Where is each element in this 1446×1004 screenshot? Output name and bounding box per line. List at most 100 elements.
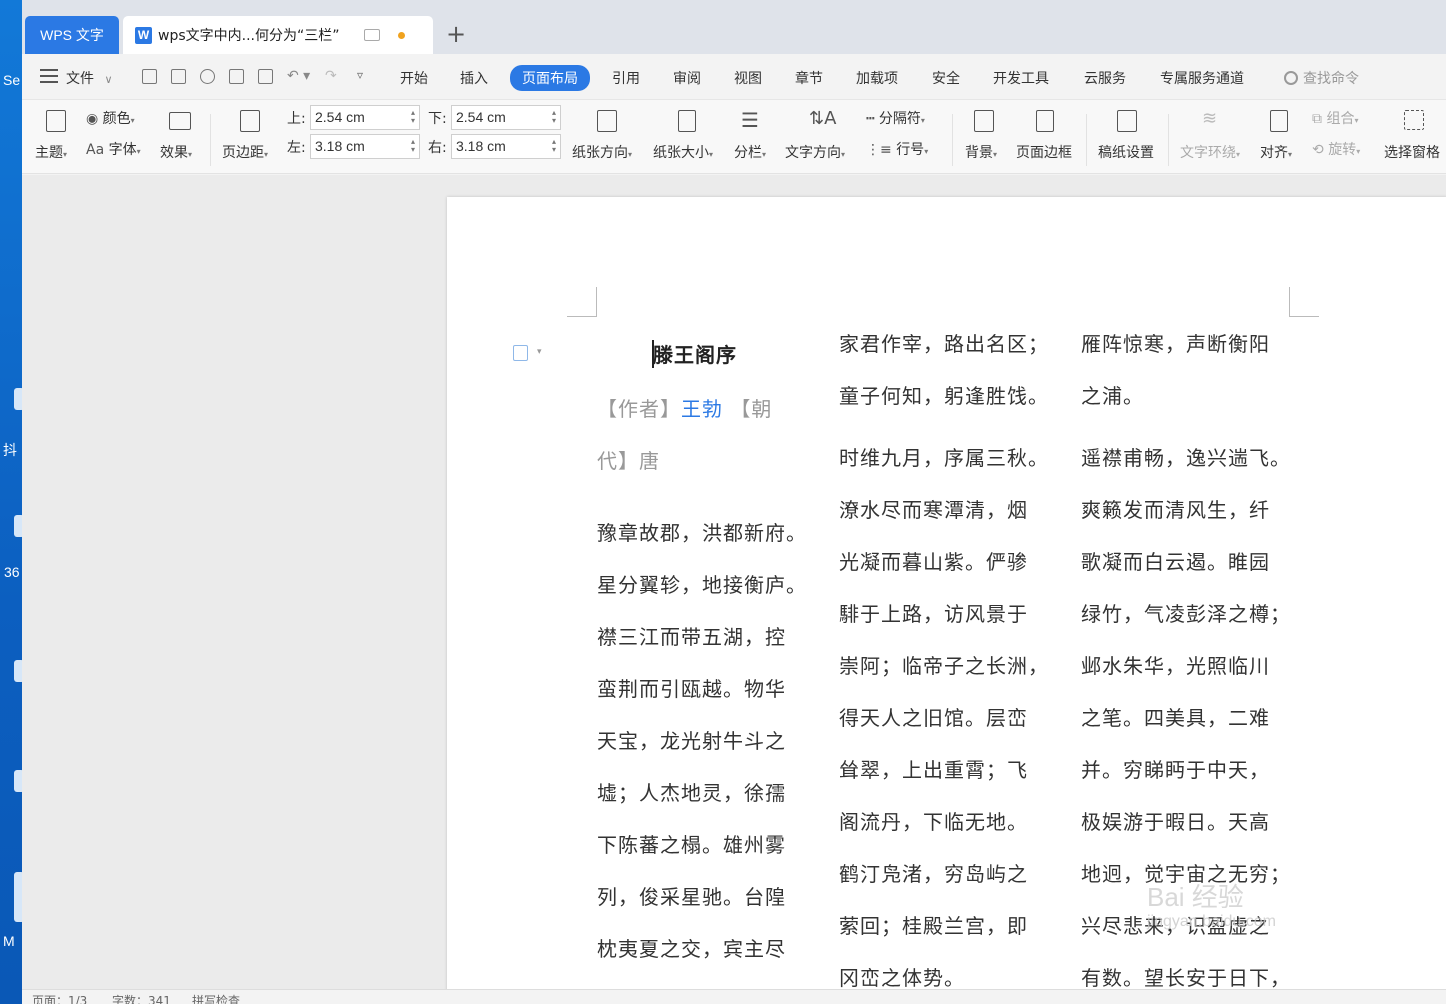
desktop-icon[interactable] xyxy=(14,770,22,792)
text-line: 歌凝而白云遏。睢园 xyxy=(1081,550,1270,574)
text-wrap-button[interactable]: 文字环绕▾ xyxy=(1180,142,1240,162)
columns-icon[interactable]: ☰ xyxy=(741,108,759,132)
screen-icon[interactable] xyxy=(363,29,380,41)
spell-check[interactable]: 拼写检查 xyxy=(192,992,240,1004)
desktop-icon[interactable] xyxy=(14,872,22,922)
align-button[interactable]: 对齐▾ xyxy=(1260,142,1292,162)
manuscript-icon[interactable] xyxy=(1117,110,1137,132)
print-icon[interactable] xyxy=(229,69,244,84)
author-name-link[interactable]: 王勃 xyxy=(681,397,723,421)
margins-button[interactable]: 页边距▾ xyxy=(222,142,268,162)
text-line: 騑于上路，访风景于 xyxy=(839,602,1028,626)
text-column-2[interactable]: 家君作宰，路出名区； 童子何知，躬逢胜饯。 时维九月，序属三秋。 潦水尽而寒潭清… xyxy=(839,318,1069,989)
spinner-icon[interactable]: ▴ ▾ xyxy=(411,138,415,154)
hamburger-menu-icon[interactable] xyxy=(40,69,58,83)
tab-review[interactable]: 审阅 xyxy=(673,68,701,88)
tab-chapter[interactable]: 章节 xyxy=(795,68,823,88)
rotate-label: 旋转 xyxy=(1328,142,1357,158)
spinner-icon[interactable]: ▴ ▾ xyxy=(552,109,556,125)
color-button[interactable]: ◉ 颜色▾ xyxy=(86,108,135,128)
paper-size-button[interactable]: 纸张大小▾ xyxy=(653,142,713,162)
text-line: 墟；人杰地灵，徐孺 xyxy=(597,781,786,805)
text-line: 襟三江而带五湖，控 xyxy=(597,625,786,649)
redo-icon[interactable]: ↷ xyxy=(325,68,337,84)
text-line: 童子何知，躬逢胜饯。 xyxy=(839,384,1049,408)
chevron-down-icon[interactable]: ▾ xyxy=(537,347,542,357)
left-margin-label: 左: xyxy=(287,140,306,156)
tab-document[interactable]: W wps文字中内...何分为“三栏” xyxy=(123,16,433,54)
orientation-label: 纸张方向 xyxy=(572,145,628,161)
background-icon[interactable] xyxy=(974,110,994,132)
search-icon xyxy=(1284,71,1298,85)
text-line: 邺水朱华，光照临川 xyxy=(1081,654,1270,678)
spinner-icon[interactable]: ▴ ▾ xyxy=(552,138,556,154)
line-number-button[interactable]: ⋮≡ 行号▾ xyxy=(866,139,928,159)
orientation-button[interactable]: 纸张方向▾ xyxy=(572,142,632,162)
align-icon[interactable] xyxy=(1270,110,1288,132)
baidu-jingyan-watermark: Bai 经验 xyxy=(1147,882,1244,912)
desktop-icon[interactable] xyxy=(14,660,22,682)
tab-cloud-service[interactable]: 云服务 xyxy=(1084,68,1126,88)
tab-security[interactable]: 安全 xyxy=(932,68,960,88)
word-count[interactable]: 字数：341 xyxy=(112,992,171,1004)
text-column-1[interactable]: 豫章故郡，洪都新府。 星分翼轸，地接衡庐。 襟三江而带五湖，控 蛮荆而引瓯越。物… xyxy=(597,507,827,975)
customize-toolbar-icon[interactable]: ▿ xyxy=(357,68,363,82)
desktop-icon[interactable] xyxy=(14,515,22,537)
tab-page-layout[interactable]: 页面布局 xyxy=(510,65,590,91)
right-margin-input[interactable]: 3.18 cm ▴ ▾ xyxy=(451,134,561,159)
dynasty-line[interactable]: 代】唐 xyxy=(597,445,660,474)
spinner-icon[interactable]: ▴ ▾ xyxy=(411,109,415,125)
save-icon[interactable] xyxy=(171,69,186,84)
ribbon-page-layout: 主题▾ ◉ 颜色▾ Aa 字体▾ 效果▾ 页边距▾ 上: 2.54 cm ▴ ▾ 左… xyxy=(22,100,1446,174)
text-wrap-icon[interactable]: ≋ xyxy=(1202,108,1217,129)
effect-button[interactable]: 效果▾ xyxy=(160,142,192,162)
page-count[interactable]: 页面：1/3 xyxy=(32,992,87,1004)
margins-icon[interactable] xyxy=(240,110,260,132)
text-line: 潦水尽而寒潭清，烟 xyxy=(839,498,1028,522)
manuscript-button[interactable]: 稿纸设置 xyxy=(1098,142,1154,162)
search-command[interactable]: 查找命令 xyxy=(1284,68,1359,88)
paragraph-layout-icon[interactable] xyxy=(513,345,528,361)
tab-references[interactable]: 引用 xyxy=(612,68,640,88)
open-folder-icon[interactable] xyxy=(142,69,157,84)
page-border-icon[interactable] xyxy=(1036,110,1054,132)
undo-icon[interactable]: ↶ ▾ xyxy=(287,68,310,84)
selection-pane-icon[interactable] xyxy=(1404,110,1424,130)
document-title[interactable]: 滕王阁序 xyxy=(653,339,737,368)
left-margin-input[interactable]: 3.18 cm ▴ ▾ xyxy=(310,134,420,159)
document-page[interactable]: ▾ 滕王阁序 【作者】王勃 【朝 代】唐 豫章故郡，洪都新府。 星分翼轸，地接衡… xyxy=(447,197,1446,989)
tab-addins[interactable]: 加载项 xyxy=(856,68,898,88)
tab-view[interactable]: 视图 xyxy=(734,68,762,88)
tab-home[interactable]: 开始 xyxy=(400,68,428,88)
format-painter-icon[interactable] xyxy=(200,69,215,84)
print-preview-icon[interactable] xyxy=(258,69,273,84)
text-line: 蛮荆而引瓯越。物华 xyxy=(597,677,786,701)
bottom-margin-input[interactable]: 2.54 cm ▴ ▾ xyxy=(451,105,561,130)
background-button[interactable]: 背景▾ xyxy=(965,142,997,162)
author-line[interactable]: 【作者】王勃 【朝 xyxy=(597,393,772,422)
selection-pane-button[interactable]: 选择窗格 xyxy=(1384,142,1440,162)
separator-button[interactable]: ┅ 分隔符▾ xyxy=(866,108,925,128)
page-border-button[interactable]: 页面边框 xyxy=(1016,142,1072,162)
text-direction-button[interactable]: 文字方向▾ xyxy=(785,142,845,162)
tab-wps-writer[interactable]: WPS 文字 xyxy=(25,16,119,54)
orientation-icon[interactable] xyxy=(597,110,617,132)
tab-developer[interactable]: 开发工具 xyxy=(993,68,1049,88)
effect-icon[interactable] xyxy=(169,112,191,130)
top-margin-label: 上: xyxy=(287,111,306,127)
tab-exclusive-service[interactable]: 专属服务通道 xyxy=(1160,68,1244,88)
theme-icon[interactable] xyxy=(46,110,66,132)
top-margin-input[interactable]: 2.54 cm ▴ ▾ xyxy=(310,105,420,130)
columns-button[interactable]: 分栏▾ xyxy=(734,142,766,162)
tab-insert[interactable]: 插入 xyxy=(460,68,488,88)
rotate-button[interactable]: ⟲ 旋转▾ xyxy=(1312,139,1360,159)
theme-button[interactable]: 主题▾ xyxy=(35,142,67,162)
desktop-icon[interactable] xyxy=(14,388,22,410)
group-button[interactable]: ⧉ 组合▾ xyxy=(1312,108,1358,128)
text-direction-icon[interactable]: ⇅A xyxy=(809,108,836,129)
file-menu[interactable]: 文件 ∨ xyxy=(66,68,113,88)
paper-size-icon[interactable] xyxy=(678,110,696,132)
font-button[interactable]: Aa 字体▾ xyxy=(86,139,141,159)
new-tab-button[interactable]: + xyxy=(445,22,467,46)
